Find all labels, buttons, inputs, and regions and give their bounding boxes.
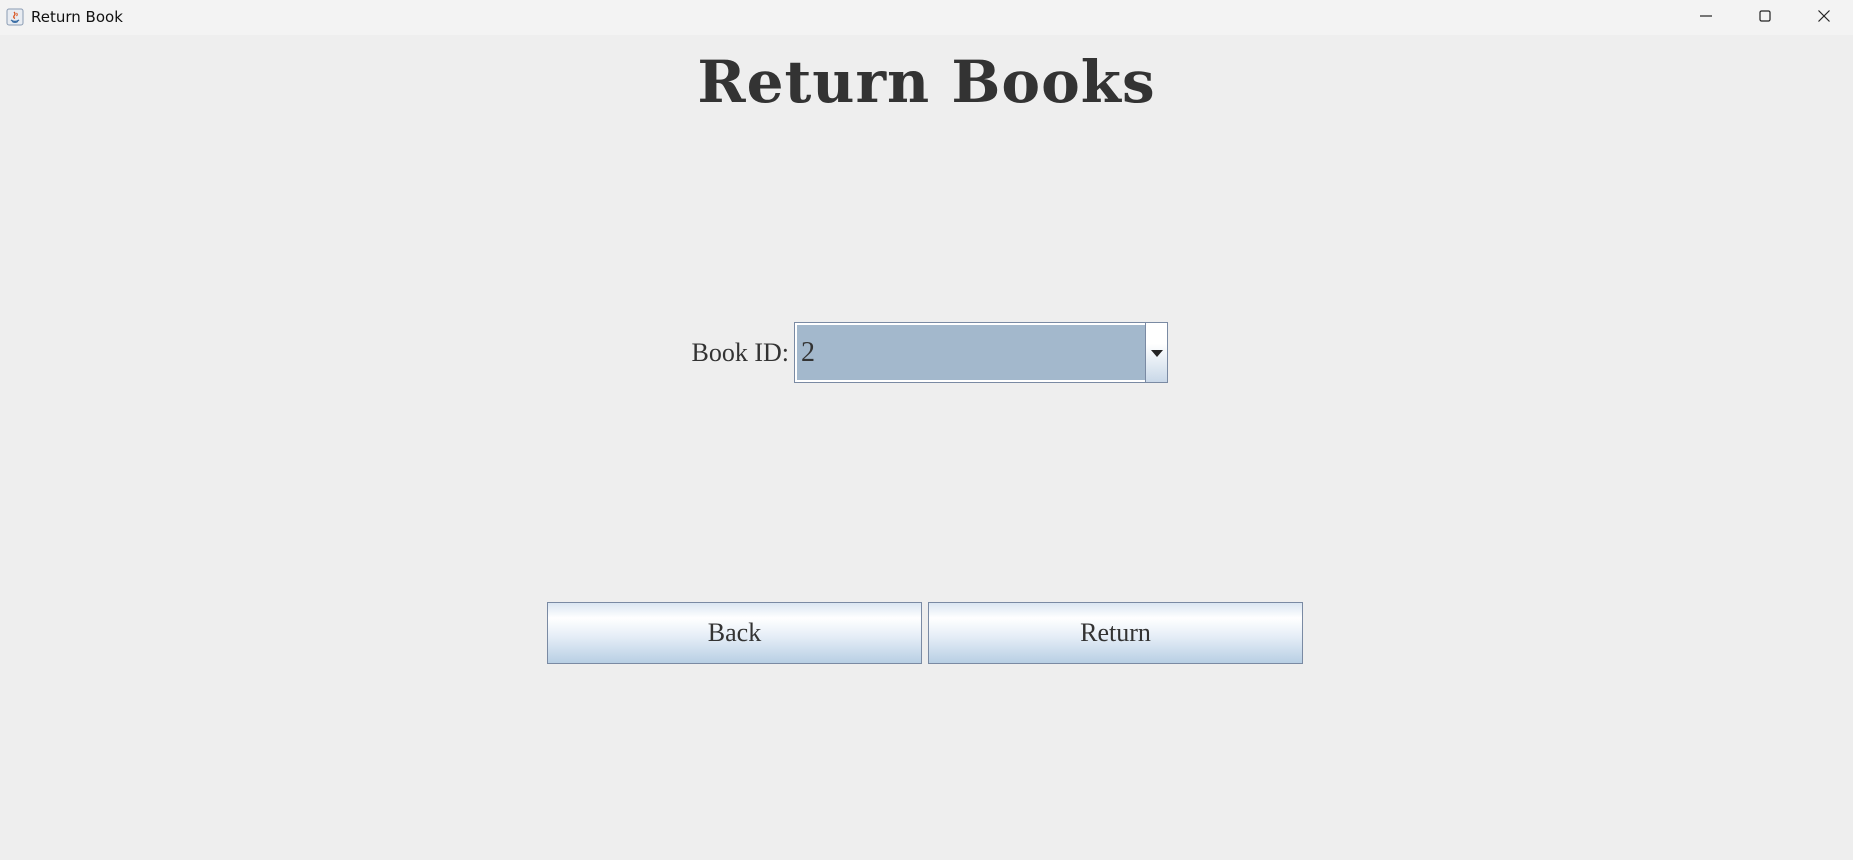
book-id-dropdown[interactable]: 2 xyxy=(794,322,1168,383)
close-button[interactable] xyxy=(1795,0,1853,35)
dropdown-arrow-button[interactable] xyxy=(1145,323,1167,382)
book-id-label: Book ID: xyxy=(691,338,790,367)
back-button[interactable]: Back xyxy=(547,602,922,664)
book-id-selected-value[interactable]: 2 xyxy=(797,325,1145,380)
return-book-window: Return Book Return Books Book ID: 2 Back… xyxy=(0,0,1853,860)
close-icon xyxy=(1817,8,1831,27)
maximize-button[interactable] xyxy=(1736,0,1794,35)
window-title: Return Book xyxy=(31,8,123,26)
return-button[interactable]: Return xyxy=(928,602,1303,664)
minimize-button[interactable] xyxy=(1677,0,1735,35)
java-app-icon xyxy=(6,8,24,26)
page-title: Return Books xyxy=(697,48,1156,116)
maximize-icon xyxy=(1758,8,1772,27)
minimize-icon xyxy=(1699,8,1713,27)
title-bar[interactable]: Return Book xyxy=(0,0,1853,35)
chevron-down-icon xyxy=(1150,343,1163,362)
